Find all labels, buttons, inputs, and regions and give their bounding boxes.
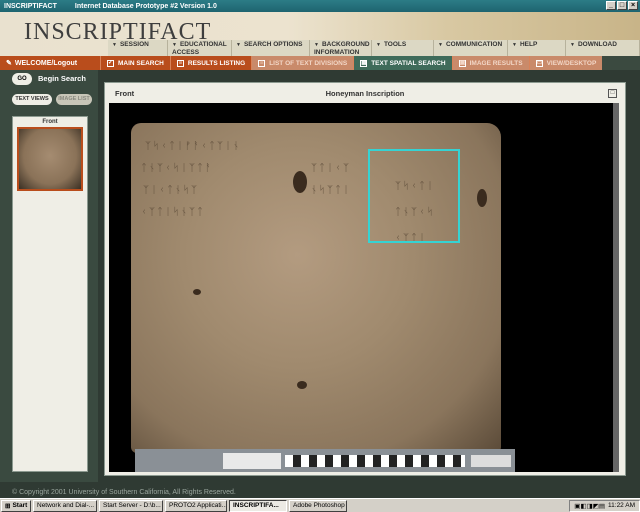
tab-list-of-text-divisions[interactable]: ≡ LIST OF TEXT DIVISIONS xyxy=(251,56,354,70)
grid-icon: ▦ xyxy=(360,59,368,67)
object-base xyxy=(135,449,515,472)
taskbar-item-network[interactable]: Network and Dial-... xyxy=(33,499,97,512)
windows-logo-icon: ⊞ xyxy=(5,502,11,510)
begin-search-label: Begin Search xyxy=(38,74,86,83)
image-list-button[interactable]: IMAGE LIST xyxy=(56,94,92,105)
tab-text-spatial-search[interactable]: ▦ TEXT SPATIAL SEARCH xyxy=(353,56,452,70)
dropdown-arrow-icon: ▼ xyxy=(172,42,177,48)
thumbnail-panel: Front xyxy=(12,116,88,472)
window-controls: _ □ × xyxy=(606,1,638,10)
system-tray: ▣◧◨◩▤ 11:22 AM xyxy=(569,499,640,512)
tab-view-desktop[interactable]: ▭ VIEW/DESKTOP xyxy=(528,56,603,70)
clock: 11:22 AM xyxy=(608,502,635,509)
dropdown-arrow-icon: ▼ xyxy=(236,42,241,48)
start-button[interactable]: ⊞ Start xyxy=(1,499,31,512)
dropdown-arrow-icon: ▼ xyxy=(512,42,517,48)
inscription-glyphs: ᚲᛉᛏᛁᛋᚾᛉᛏ xyxy=(141,207,205,218)
taskbar: ⊞ Start Network and Dial-... Start Server… xyxy=(0,498,640,512)
dropdown-arrow-icon: ▼ xyxy=(112,42,117,48)
dropdown-arrow-icon: ▼ xyxy=(376,42,381,48)
taskbar-item-inscriptifact[interactable]: INSCRIPTIFA... xyxy=(229,499,287,512)
go-button[interactable]: GO xyxy=(12,73,32,85)
app-title: INSCRIPTIFACT xyxy=(4,2,57,10)
window-titlebar: INSCRIPTIFACT Internet Database Prototyp… xyxy=(0,0,640,12)
inscription-glyphs: ᚾᛋᛉᛏᛁ xyxy=(311,185,351,196)
app-subtitle: Internet Database Prototype #2 Version 1… xyxy=(74,2,217,10)
image-panel: Front Honeyman Inscription □ ᛉᛋᚲᛏᛁᚠᚨᚲᛏᛉᛁ… xyxy=(104,82,626,476)
reference-card xyxy=(471,455,511,467)
museum-label xyxy=(223,453,281,469)
welcome-logout-link[interactable]: ✎ WELCOME/Logout xyxy=(0,56,100,70)
taskbar-item-start-server[interactable]: Start Server - D:\b... xyxy=(99,499,163,512)
tab-image-results[interactable]: ▣ IMAGE RESULTS xyxy=(451,56,529,70)
text-views-button[interactable]: TEXT VIEWS xyxy=(12,94,52,105)
copyright-text: © Copyright 2001 University of Southern … xyxy=(12,489,236,496)
checkbox-icon: ✓ xyxy=(107,59,114,67)
window-icon[interactable]: □ xyxy=(608,88,617,98)
inscription-glyphs: ᛉᛏᛁᚲᛉ xyxy=(311,163,351,174)
stone-hole xyxy=(477,189,487,207)
list-icon: ≡ xyxy=(176,59,184,67)
tab-results-listing[interactable]: ≡ RESULTS LISTING xyxy=(169,56,252,70)
vertical-scrollbar[interactable] xyxy=(613,103,619,472)
taskbar-item-proto2[interactable]: PROTO2 Applicati... xyxy=(165,499,227,512)
tab-bar: ✎ WELCOME/Logout ✓ MAIN SEARCH ≡ RESULTS LI… xyxy=(0,56,640,70)
thumbnail-image[interactable] xyxy=(17,127,83,191)
image-viewer[interactable]: ᛉᛋᚲᛏᛁᚠᚨᚲᛏᛉᛁᚾ ᛏᚾᛉᚲᛋᛁᛉᛏᚨ ᛉᛁᚲᛏᚾᛋᛉ ᚲᛉᛏᛁᛋᚾᛉᛏ … xyxy=(109,103,619,472)
left-sidebar: GO Begin Search TEXT VIEWS IMAGE LIST Fr… xyxy=(0,70,98,482)
maximize-button[interactable]: □ xyxy=(617,1,627,10)
scale-bar xyxy=(285,455,465,467)
minimize-button[interactable]: _ xyxy=(606,1,616,10)
spatial-selection-box[interactable] xyxy=(368,149,460,243)
inscription-glyphs: ᛏᚾᛉᚲᛋᛁᛉᛏᚨ xyxy=(141,163,213,174)
taskbar-item-photoshop[interactable]: Adobe Photoshop xyxy=(289,499,347,512)
tools-icon: ✎ xyxy=(6,60,12,67)
tray-icons[interactable]: ▣◧◨◩▤ xyxy=(574,502,605,510)
dropdown-arrow-icon: ▼ xyxy=(570,42,575,48)
dropdown-arrow-icon: ▼ xyxy=(438,42,443,48)
dropdown-arrow-icon: ▼ xyxy=(314,42,319,48)
stone-hole xyxy=(293,171,307,193)
inscription-glyphs: ᛉᛋᚲᛏᛁᚠᚨᚲᛏᛉᛁᚾ xyxy=(145,141,241,152)
panel-title: Honeyman Inscription xyxy=(325,88,405,98)
stone-hole xyxy=(193,289,201,295)
desktop-icon: ▭ xyxy=(535,59,543,67)
panel-header: Front Honeyman Inscription □ xyxy=(105,83,625,103)
inscription-glyphs: ᛉᛁᚲᛏᚾᛋᛉ xyxy=(143,185,199,196)
panel-view-label: Front xyxy=(115,88,135,98)
close-button[interactable]: × xyxy=(628,1,638,10)
thumbnail-label: Front xyxy=(42,119,58,125)
image-icon: ▣ xyxy=(458,59,466,67)
stone-hole xyxy=(297,381,307,389)
tab-main-search[interactable]: ✓ MAIN SEARCH xyxy=(100,56,170,70)
list-icon: ≡ xyxy=(258,59,266,67)
